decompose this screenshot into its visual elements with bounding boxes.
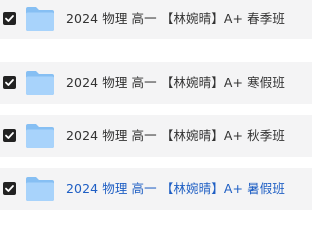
checkbox[interactable] xyxy=(3,76,16,89)
checkbox[interactable] xyxy=(3,129,16,142)
file-row[interactable]: 2024 物理 高一 【林婉晴】A+ 寒假班 xyxy=(0,62,312,104)
folder-icon xyxy=(26,124,54,148)
folder-icon xyxy=(26,71,54,95)
folder-icon xyxy=(26,7,54,31)
file-name[interactable]: 2024 物理 高一 【林婉晴】A+ 秋季班 xyxy=(66,128,285,144)
file-name[interactable]: 2024 物理 高一 【林婉晴】A+ 春季班 xyxy=(66,11,285,27)
file-row[interactable]: 2024 物理 高一 【林婉晴】A+ 春季班 xyxy=(0,0,312,39)
file-name[interactable]: 2024 物理 高一 【林婉晴】A+ 暑假班 xyxy=(66,181,285,197)
file-name[interactable]: 2024 物理 高一 【林婉晴】A+ 寒假班 xyxy=(66,75,285,91)
file-row[interactable]: 2024 物理 高一 【林婉晴】A+ 暑假班 xyxy=(0,168,312,210)
checkbox[interactable] xyxy=(3,182,16,195)
folder-icon xyxy=(26,177,54,201)
checkmark-icon xyxy=(5,132,14,139)
checkmark-icon xyxy=(5,79,14,86)
checkbox[interactable] xyxy=(3,12,16,25)
checkmark-icon xyxy=(5,15,14,22)
file-list: 2024 物理 高一 【林婉晴】A+ 春季班 2024 物理 高一 【林婉晴】A… xyxy=(0,0,312,214)
checkmark-icon xyxy=(5,185,14,192)
file-row[interactable]: 2024 物理 高一 【林婉晴】A+ 秋季班 xyxy=(0,115,312,157)
